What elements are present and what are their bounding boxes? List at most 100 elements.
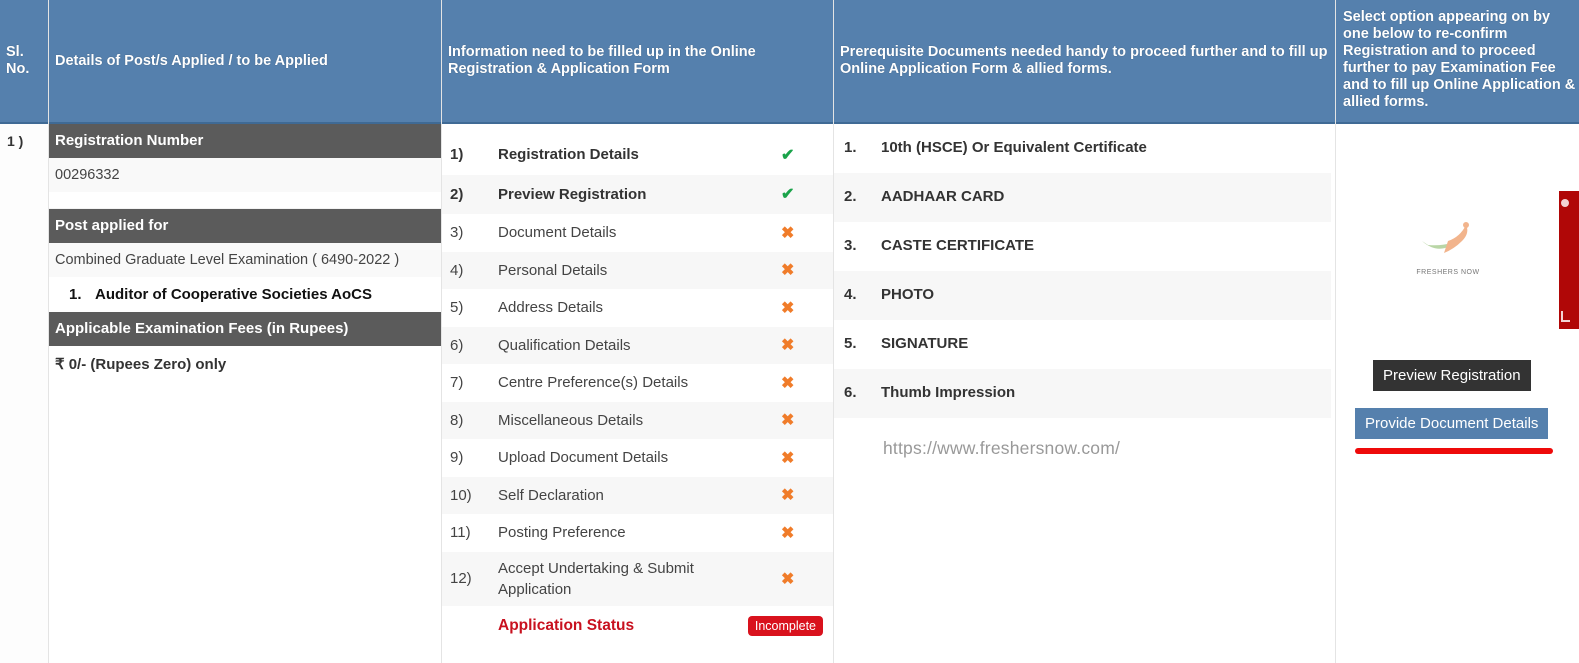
header-select-option: Select option appearing on by one below … xyxy=(1336,0,1579,124)
document-num: 4. xyxy=(844,286,857,303)
header-prerequisites: Prerequisite Documents needed handy to p… xyxy=(834,0,1335,124)
step-row: 8) Miscellaneous Details ✖ xyxy=(442,401,833,439)
step-num: 9) xyxy=(450,449,464,467)
steps-cell: 1) Registration Details ✔ 2) Preview Regist… xyxy=(442,124,833,663)
documents-cell: 1. 10th (HSCE) Or Equivalent Certificate … xyxy=(834,124,1335,663)
step-row: 12) Accept Undertaking & Submit Applicati… xyxy=(442,551,833,606)
registration-number: 00296332 xyxy=(49,158,441,192)
step-num: 11) xyxy=(450,524,471,542)
preview-registration-button[interactable]: Preview Registration xyxy=(1373,360,1531,391)
logo-icon xyxy=(1422,222,1469,253)
document-name: Thumb Impression xyxy=(881,384,1016,401)
step-row: 2) Preview Registration ✔ xyxy=(442,174,833,214)
step-label: Self Declaration xyxy=(498,486,604,504)
step-num: 5) xyxy=(450,299,464,317)
step-num: 6) xyxy=(450,336,464,354)
registration-number-label: Registration Number xyxy=(49,124,441,158)
freshersnow-logo: FRESHERS NOW xyxy=(1408,219,1488,279)
provide-document-details-button[interactable]: Provide Document Details xyxy=(1355,408,1549,439)
watermark-url: https://www.freshersnow.com/ xyxy=(883,438,1121,458)
document-name: PHOTO xyxy=(881,286,935,303)
step-row: 11) Posting Preference ✖ xyxy=(442,514,833,552)
step-num: 8) xyxy=(450,411,464,429)
actions-cell: FRESHERS NOW Preview Registration Provid… xyxy=(1336,124,1579,663)
side-feedback-tab[interactable] xyxy=(1559,191,1579,329)
document-name: 10th (HSCE) Or Equivalent Certificate xyxy=(881,139,1147,156)
document-num: 1. xyxy=(844,139,857,156)
header-post-details: Details of Post/s Applied / to be Applie… xyxy=(49,0,441,124)
step-num: 12) xyxy=(450,570,472,587)
step-label: Address Details xyxy=(498,299,604,317)
document-item: 1. 10th (HSCE) Or Equivalent Certificate xyxy=(834,124,1331,173)
hand-icon xyxy=(1561,311,1570,322)
step-row: 5) Address Details ✖ xyxy=(442,289,833,327)
post-item-name: Auditor of Cooperative Societies AoCS xyxy=(95,286,372,303)
step-row: 9) Upload Document Details ✖ xyxy=(442,439,833,477)
cross-icon: ✖ xyxy=(781,570,795,588)
step-row: 7) Centre Preference(s) Details ✖ xyxy=(442,364,833,402)
cross-icon: ✖ xyxy=(781,374,795,392)
document-item: 6. Thumb Impression xyxy=(834,369,1331,418)
step-num: 4) xyxy=(450,261,464,279)
step-label: Document Details xyxy=(498,224,617,242)
step-num: 7) xyxy=(450,374,464,392)
application-status: Application Status Incomplete xyxy=(442,606,833,646)
logo-text: FRESHERS NOW xyxy=(1416,269,1480,276)
cross-icon: ✖ xyxy=(781,224,795,242)
step-label: Qualification Details xyxy=(498,336,631,354)
document-name: SIGNATURE xyxy=(881,335,969,352)
documents-list: 1. 10th (HSCE) Or Equivalent Certificate … xyxy=(834,124,1335,418)
step-row: 4) Personal Details ✖ xyxy=(442,251,833,289)
post-details-cell: Registration Number 00296332 Post applie… xyxy=(49,124,441,663)
steps-list: 1) Registration Details ✔ 2) Preview Regist… xyxy=(442,124,833,606)
step-label: Posting Preference xyxy=(498,524,626,542)
step-row: 6) Qualification Details ✖ xyxy=(442,326,833,364)
header-information: Information need to be filled up in the … xyxy=(442,0,833,124)
status-badge: Incomplete xyxy=(747,615,823,636)
post-applied: Combined Graduate Level Examination ( 64… xyxy=(49,243,441,277)
cross-icon: ✖ xyxy=(781,487,795,505)
document-item: 2. AADHAAR CARD xyxy=(834,173,1331,222)
check-icon: ✔ xyxy=(781,146,795,164)
check-icon: ✔ xyxy=(781,186,795,204)
document-num: 2. xyxy=(844,188,857,205)
step-label: Centre Preference(s) Details xyxy=(498,374,689,392)
highlight-underline xyxy=(1355,448,1553,454)
step-num: 3) xyxy=(450,224,464,242)
cross-icon: ✖ xyxy=(781,337,795,355)
step-row: 1) Registration Details ✔ xyxy=(442,135,833,175)
post-item-num: 1. xyxy=(69,286,82,303)
fees-label: Applicable Examination Fees (in Rupees) xyxy=(49,312,441,346)
step-label: Personal Details xyxy=(498,261,608,279)
step-label: Upload Document Details xyxy=(498,449,669,467)
step-num: 2) xyxy=(450,185,464,203)
step-num: 1) xyxy=(450,146,464,164)
spacer xyxy=(49,192,441,209)
step-row: 3) Document Details ✖ xyxy=(442,214,833,252)
cross-icon: ✖ xyxy=(781,299,795,317)
document-item: 5. SIGNATURE xyxy=(834,320,1331,369)
cross-icon: ✖ xyxy=(781,524,795,542)
fees-value: ₹ 0/- (Rupees Zero) only xyxy=(55,356,227,373)
step-label: Miscellaneous Details xyxy=(498,411,644,429)
chat-icon xyxy=(1561,199,1569,207)
step-label: Preview Registration xyxy=(498,185,647,203)
post-item: 1. Auditor of Cooperative Societies AoCS xyxy=(49,277,441,312)
cross-icon: ✖ xyxy=(781,262,795,280)
header-sl-no: Sl. No. xyxy=(0,0,48,124)
application-status-label: Application Status xyxy=(498,616,635,634)
document-num: 3. xyxy=(844,237,857,254)
post-applied-label: Post applied for xyxy=(49,209,441,243)
document-item: 4. PHOTO xyxy=(834,271,1331,320)
document-num: 6. xyxy=(844,384,857,401)
cross-icon: ✖ xyxy=(781,412,795,430)
document-item: 3. CASTE CERTIFICATE xyxy=(834,222,1331,271)
step-num: 10) xyxy=(450,486,472,504)
sl-no-cell: 1 ) xyxy=(0,124,48,663)
document-name: AADHAAR CARD xyxy=(881,188,1005,205)
cross-icon: ✖ xyxy=(781,449,795,467)
step-label: Registration Details xyxy=(498,146,639,164)
step-row: 10) Self Declaration ✖ xyxy=(442,476,833,514)
document-num: 5. xyxy=(844,335,857,352)
document-name: CASTE CERTIFICATE xyxy=(881,237,1035,254)
